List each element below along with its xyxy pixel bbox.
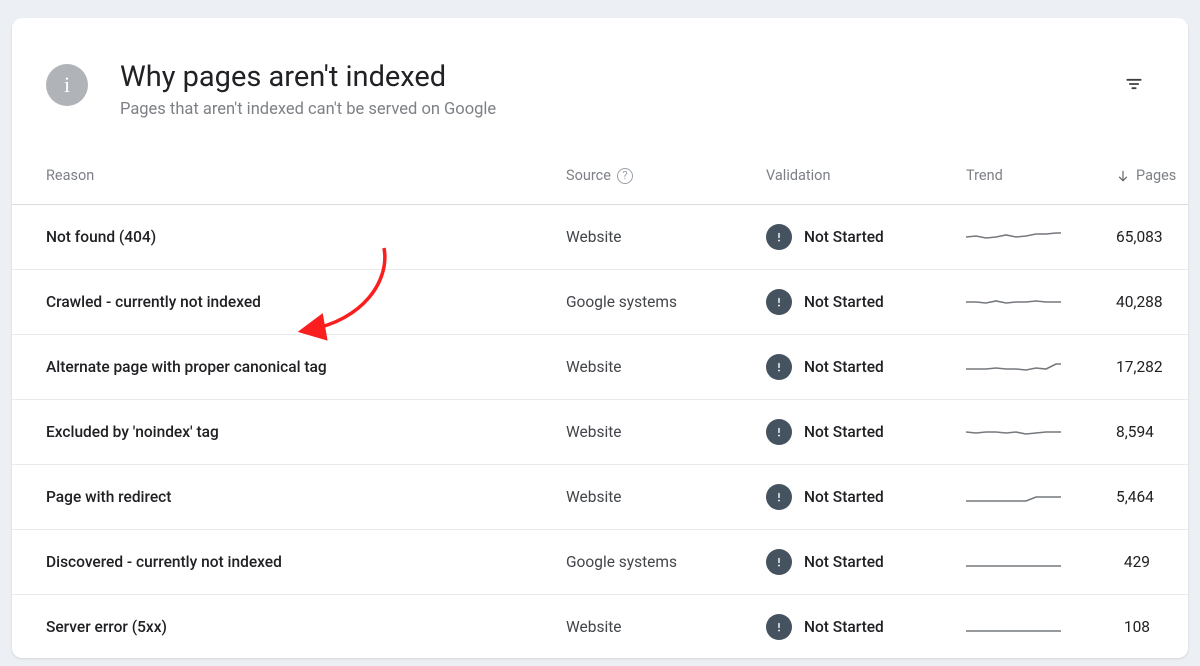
info-icon: i [46,64,88,106]
warning-icon [766,549,792,575]
cell-pages: 17,282 [1116,358,1167,376]
cell-pages: 108 [1116,618,1154,636]
validation-label: Not Started [804,423,884,441]
card-subtitle: Pages that aren't indexed can't be serve… [120,100,1114,119]
reasons-table: Reason Source ? Validation Trend Pages N… [12,147,1188,658]
cell-trend [966,421,1116,443]
card-title: Why pages aren't indexed [120,60,1114,94]
filter-button[interactable] [1114,64,1154,104]
warning-icon [766,484,792,510]
sparkline [966,226,1061,248]
cell-validation: Not Started [766,549,966,575]
sparkline [966,356,1061,378]
cell-trend [966,226,1116,248]
col-source[interactable]: Source ? [566,167,766,184]
col-trend[interactable]: Trend [966,167,1116,184]
cell-reason: Crawled - currently not indexed [46,293,566,311]
cell-validation: Not Started [766,354,966,380]
table-row[interactable]: Not found (404)Website Not Started 65,083 [12,205,1188,270]
cell-source: Website [566,228,766,246]
cell-pages: 429 [1116,553,1154,571]
arrow-down-icon [1116,169,1130,183]
table-row[interactable]: Server error (5xx)Website Not Started 108 [12,595,1188,658]
warning-icon [766,419,792,445]
validation-label: Not Started [804,228,884,246]
cell-pages: 8,594 [1116,423,1158,441]
indexing-reasons-card: i Why pages aren't indexed Pages that ar… [12,18,1188,658]
validation-label: Not Started [804,618,884,636]
table-row[interactable]: Crawled - currently not indexedGoogle sy… [12,270,1188,335]
header-titles: Why pages aren't indexed Pages that aren… [120,60,1114,119]
warning-icon [766,354,792,380]
cell-trend [966,616,1116,638]
validation-label: Not Started [804,488,884,506]
cell-trend [966,551,1116,573]
table-header: Reason Source ? Validation Trend Pages [12,147,1188,205]
cell-trend [966,486,1116,508]
table-row[interactable]: Excluded by 'noindex' tagWebsite Not Star… [12,400,1188,465]
warning-icon [766,289,792,315]
cell-pages: 40,288 [1116,293,1167,311]
col-pages[interactable]: Pages [1116,167,1176,184]
cell-reason: Alternate page with proper canonical tag [46,358,566,376]
cell-source: Google systems [566,293,766,311]
cell-pages: 5,464 [1116,488,1158,506]
cell-reason: Not found (404) [46,228,566,246]
cell-reason: Discovered - currently not indexed [46,553,566,571]
validation-label: Not Started [804,293,884,311]
table-body: Not found (404)WebsiteNot Started65,083C… [12,205,1188,658]
cell-source: Google systems [566,553,766,571]
sparkline [966,291,1061,313]
cell-source: Website [566,618,766,636]
cell-reason: Server error (5xx) [46,618,566,636]
table-row[interactable]: Discovered - currently not indexedGoogle… [12,530,1188,595]
help-icon[interactable]: ? [617,168,633,184]
card-header: i Why pages aren't indexed Pages that ar… [12,18,1188,147]
warning-icon [766,614,792,640]
cell-trend [966,356,1116,378]
cell-validation: Not Started [766,614,966,640]
warning-icon [766,224,792,250]
table-row[interactable]: Page with redirectWebsite Not Started 5,46… [12,465,1188,530]
cell-source: Website [566,358,766,376]
col-validation[interactable]: Validation [766,167,966,184]
sparkline [966,486,1061,508]
table-row[interactable]: Alternate page with proper canonical tag… [12,335,1188,400]
cell-validation: Not Started [766,419,966,445]
cell-validation: Not Started [766,484,966,510]
cell-validation: Not Started [766,224,966,250]
cell-trend [966,291,1116,313]
sparkline [966,551,1061,573]
cell-validation: Not Started [766,289,966,315]
sparkline [966,616,1061,638]
cell-pages: 65,083 [1116,228,1167,246]
cell-source: Website [566,423,766,441]
validation-label: Not Started [804,553,884,571]
col-reason[interactable]: Reason [46,167,566,184]
sparkline [966,421,1061,443]
cell-reason: Excluded by 'noindex' tag [46,423,566,441]
validation-label: Not Started [804,358,884,376]
cell-reason: Page with redirect [46,488,566,506]
filter-icon [1124,74,1144,94]
cell-source: Website [566,488,766,506]
